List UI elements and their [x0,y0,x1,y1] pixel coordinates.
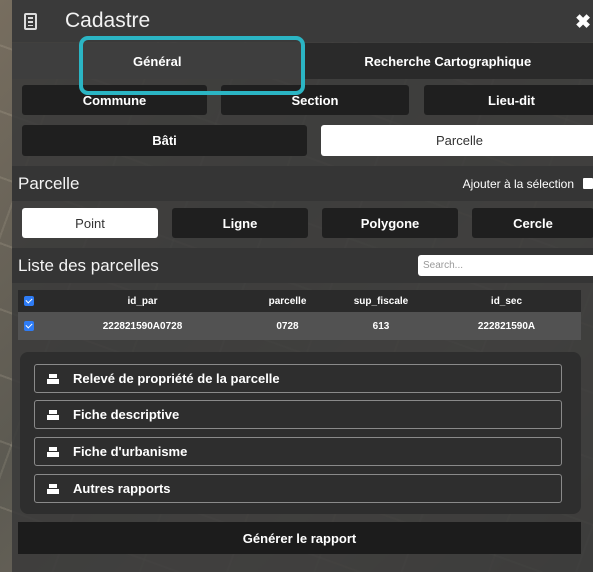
report-label: Autres rapports [73,481,171,496]
add-to-selection-group: Ajouter à la sélection [463,177,593,191]
panel-titlebar: Cadastre ✖ [12,0,593,42]
tab-bar: Général Recherche Cartographique [12,43,593,79]
select-all-cell [18,290,40,312]
report-label: Relevé de propriété de la parcelle [73,371,280,386]
table-row[interactable]: 222821590A0728 0728 613 222821590A [18,312,581,340]
tab-general[interactable]: Général [12,43,303,79]
cell-sup-fiscale: 613 [330,312,432,340]
parcel-list-header: Liste des parcelles [12,248,593,283]
cell-id-par: 222821590A0728 [40,312,245,340]
lieu-dit-button[interactable]: Lieu-dit [424,85,593,115]
reports-box: Relevé de propriété de la parcelle Fiche… [20,352,581,514]
column-header-id-par[interactable]: id_par [40,290,245,312]
parcel-search-input[interactable] [418,255,593,276]
building-icon [24,12,37,30]
printer-icon [47,483,59,494]
panel-title: Cadastre [65,9,151,32]
ligne-tool-button[interactable]: Ligne [172,208,308,238]
point-tool-button[interactable]: Point [22,208,158,238]
add-to-selection-label: Ajouter à la sélection [462,176,574,191]
printer-icon [47,373,59,384]
printer-icon [47,446,59,457]
column-header-sup-fiscale[interactable]: sup_fiscale [330,290,432,312]
column-header-id-sec[interactable]: id_sec [432,290,581,312]
polygone-tool-button[interactable]: Polygone [322,208,458,238]
row-checkbox[interactable] [24,320,34,331]
select-all-checkbox[interactable] [24,295,34,306]
close-icon[interactable]: ✖ [575,11,591,34]
bati-button[interactable]: Bâti [22,125,307,156]
releve-propriete-button[interactable]: Relevé de propriété de la parcelle [34,364,562,393]
commune-button[interactable]: Commune [22,85,207,115]
parcel-search-wrap [418,255,593,276]
add-to-selection-checkbox[interactable] [583,178,593,189]
fiche-urbanisme-button[interactable]: Fiche d'urbanisme [34,437,562,466]
printer-icon [47,409,59,420]
autres-rapports-button[interactable]: Autres rapports [34,474,562,503]
cercle-tool-button[interactable]: Cercle [472,208,593,238]
column-header-parcelle[interactable]: parcelle [245,290,330,312]
generate-report-button[interactable]: Générer le rapport [18,522,581,554]
tab-recherche-cartographique[interactable]: Recherche Cartographique [302,43,593,79]
table-header-row: id_par parcelle sup_fiscale id_sec [18,290,581,312]
row-select-cell [18,312,40,340]
section-button[interactable]: Section [221,85,409,115]
fiche-descriptive-button[interactable]: Fiche descriptive [34,400,562,429]
parcel-table: id_par parcelle sup_fiscale id_sec 22282… [18,290,581,340]
cell-parcelle: 0728 [245,312,330,340]
report-label: Fiche descriptive [73,407,180,422]
cell-id-sec: 222821590A [432,312,581,340]
parcelle-button[interactable]: Parcelle [321,125,593,156]
parcel-list-title: Liste des parcelles [18,255,159,275]
search-mode-row-1: Commune Section Lieu-dit [22,85,593,115]
parcelle-section-title: Parcelle [18,173,80,193]
report-label: Fiche d'urbanisme [73,444,188,459]
draw-tools-row: Point Ligne Polygone Cercle [22,208,593,238]
parcelle-section-header: Parcelle Ajouter à la sélection [12,166,593,201]
search-mode-row-2: Bâti Parcelle [22,125,593,156]
